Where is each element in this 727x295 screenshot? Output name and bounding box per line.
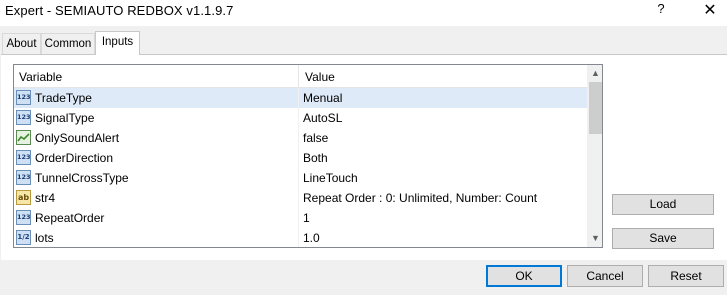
close-button[interactable]: ✕ bbox=[703, 0, 717, 20]
variable-value[interactable]: AutoSL bbox=[303, 111, 342, 125]
integer-icon: 123 bbox=[16, 90, 31, 105]
cell-divider bbox=[298, 108, 299, 128]
vertical-scrollbar[interactable]: ▲ ▼ bbox=[587, 65, 602, 247]
tab-common[interactable]: Common bbox=[41, 33, 95, 54]
cell-divider bbox=[298, 168, 299, 188]
tab-strip: About Common Inputs bbox=[0, 26, 727, 56]
variable-name: lots bbox=[35, 231, 54, 245]
cell-divider bbox=[298, 88, 299, 108]
cancel-button[interactable]: Cancel bbox=[567, 265, 643, 287]
table-row[interactable]: 1/2 lots 1.0 bbox=[14, 228, 587, 247]
integer-icon: 123 bbox=[16, 210, 31, 225]
variable-name: OrderDirection bbox=[35, 151, 114, 165]
title-bar: Expert - SEMIAUTO REDBOX v1.1.9.7 ? ✕ bbox=[0, 0, 727, 26]
save-button[interactable]: Save bbox=[612, 228, 714, 249]
variable-name: SignalType bbox=[35, 111, 95, 125]
variable-value[interactable]: Menual bbox=[303, 91, 342, 105]
integer-icon: 123 bbox=[16, 150, 31, 165]
variable-name: str4 bbox=[35, 191, 56, 205]
table-row[interactable]: OnlySoundAlert false bbox=[14, 128, 587, 148]
table-row[interactable]: 123 RepeatOrder 1 bbox=[14, 208, 587, 228]
integer-icon: 123 bbox=[16, 110, 31, 125]
cell-divider bbox=[298, 188, 299, 208]
variable-name: TunnelCrossType bbox=[35, 171, 129, 185]
table-row[interactable]: 123 TradeType Menual bbox=[14, 88, 587, 108]
table-row[interactable]: 123 TunnelCrossType LineTouch bbox=[14, 168, 587, 188]
grid-rows: 123 TradeType Menual 123 SignalType Auto… bbox=[14, 88, 587, 247]
table-row[interactable]: ab str4 Repeat Order : 0: Unlimited, Num… bbox=[14, 188, 587, 208]
table-row[interactable]: 123 OrderDirection Both bbox=[14, 148, 587, 168]
tab-inputs[interactable]: Inputs bbox=[95, 31, 140, 55]
load-button[interactable]: Load bbox=[612, 194, 714, 215]
variable-value[interactable]: false bbox=[303, 131, 328, 145]
variable-name: RepeatOrder bbox=[35, 211, 105, 225]
tab-about[interactable]: About bbox=[2, 33, 41, 54]
boolean-icon bbox=[16, 130, 31, 145]
variable-name: OnlySoundAlert bbox=[35, 131, 120, 145]
variable-value[interactable]: LineTouch bbox=[303, 171, 358, 185]
integer-icon: 123 bbox=[16, 170, 31, 185]
variable-value[interactable]: 1.0 bbox=[303, 231, 320, 245]
reset-button[interactable]: Reset bbox=[648, 265, 724, 287]
grid-header: Variable Value bbox=[14, 65, 587, 88]
variable-value[interactable]: 1 bbox=[303, 211, 310, 225]
variable-value[interactable]: Repeat Order : 0: Unlimited, Number: Cou… bbox=[303, 191, 537, 205]
table-row[interactable]: 123 SignalType AutoSL bbox=[14, 108, 587, 128]
window-title: Expert - SEMIAUTO REDBOX v1.1.9.7 bbox=[5, 3, 234, 18]
column-header-value[interactable]: Value bbox=[305, 70, 335, 84]
string-icon: ab bbox=[16, 190, 31, 205]
scroll-down-arrow-icon[interactable]: ▼ bbox=[587, 230, 602, 247]
inputs-grid: Variable Value 123 TradeType Menual 123 … bbox=[13, 64, 603, 248]
ok-button[interactable]: OK bbox=[486, 265, 562, 287]
cell-divider bbox=[298, 228, 299, 247]
scroll-up-arrow-icon[interactable]: ▲ bbox=[587, 65, 602, 82]
cell-divider bbox=[298, 128, 299, 148]
scrollbar-thumb[interactable] bbox=[589, 82, 602, 134]
cell-divider bbox=[298, 148, 299, 168]
column-divider[interactable] bbox=[298, 65, 299, 88]
cell-divider bbox=[298, 208, 299, 228]
help-button[interactable]: ? bbox=[654, 1, 668, 16]
variable-value[interactable]: Both bbox=[303, 151, 328, 165]
column-header-variable[interactable]: Variable bbox=[19, 70, 62, 84]
variable-name: TradeType bbox=[35, 91, 92, 105]
double-icon: 1/2 bbox=[16, 230, 31, 245]
